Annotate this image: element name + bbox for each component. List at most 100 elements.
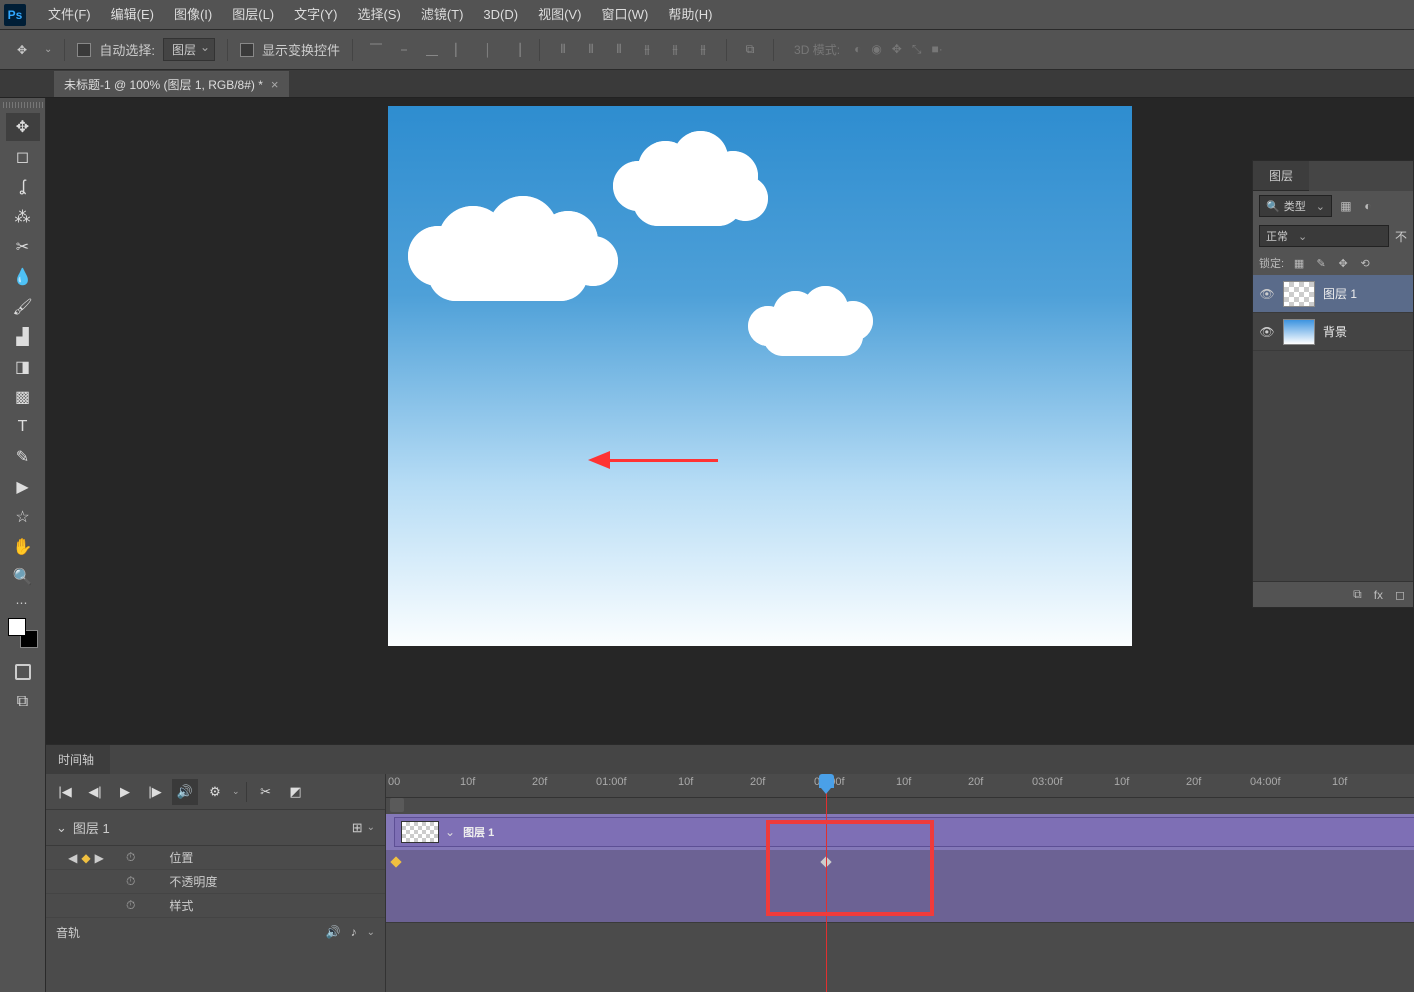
align-hcenter-icon[interactable]: │ xyxy=(477,39,499,61)
layer-row-1[interactable]: 👁 图层 1 xyxy=(1253,275,1413,313)
layer-mask-icon[interactable]: ◻ xyxy=(1395,588,1405,602)
layer-name[interactable]: 背景 xyxy=(1323,323,1407,340)
color-swatches[interactable] xyxy=(8,618,38,648)
layer-thumbnail[interactable] xyxy=(1283,281,1315,307)
menu-3d[interactable]: 3D(D) xyxy=(473,0,528,30)
lock-artboard-icon[interactable]: ⟲ xyxy=(1358,256,1372,270)
visibility-toggle-icon[interactable]: 👁 xyxy=(1259,287,1275,301)
play-button[interactable]: ▶ xyxy=(112,779,138,805)
menu-type[interactable]: 文字(Y) xyxy=(284,0,347,30)
timeline-ruler[interactable]: 00 10f 20f 01:00f 10f 20f 02:00f 10f 20f… xyxy=(386,774,1414,798)
timeline-tracks-area[interactable]: 00 10f 20f 01:00f 10f 20f 02:00f 10f 20f… xyxy=(386,774,1414,992)
add-keyframe-icon[interactable]: ◆ xyxy=(81,851,90,865)
eraser-tool[interactable]: ◨ xyxy=(6,353,40,381)
track-type-icon[interactable]: ⊞ xyxy=(352,820,363,836)
crop-tool[interactable]: ✂ xyxy=(6,233,40,261)
layer-name[interactable]: 图层 1 xyxy=(1323,285,1407,302)
lasso-tool[interactable]: ʆ xyxy=(6,173,40,201)
timeline-prop-opacity[interactable]: ⏱ 不透明度 xyxy=(46,870,385,894)
layer-row-background[interactable]: 👁 背景 xyxy=(1253,313,1413,351)
gradient-tool[interactable]: ▩ xyxy=(6,383,40,411)
transition-button[interactable]: ◩ xyxy=(283,779,309,805)
dist-right-icon[interactable]: ⫵ xyxy=(692,39,714,61)
toolbox-more[interactable]: ⋯ xyxy=(16,596,30,610)
3d-zoom-icon[interactable]: ■· xyxy=(931,42,942,57)
timeline-opacity-track[interactable] xyxy=(386,874,1414,898)
eyedropper-tool[interactable]: 💧 xyxy=(6,263,40,291)
align-vcenter-icon[interactable]: ⎯ xyxy=(393,39,415,61)
visibility-toggle-icon[interactable]: 👁 xyxy=(1259,325,1275,339)
menu-filter[interactable]: 滤镜(T) xyxy=(411,0,474,30)
layers-tab[interactable]: 图层 xyxy=(1253,161,1309,191)
align-top-icon[interactable]: ⎺ xyxy=(365,39,387,61)
chevron-down-icon[interactable]: ⌄ xyxy=(445,825,455,839)
dist-vcenter-icon[interactable]: ⫴ xyxy=(580,39,602,61)
move-tool[interactable]: ✥ xyxy=(6,113,40,141)
timeline-video-track[interactable]: ⌄ 图层 1 xyxy=(386,814,1414,850)
lock-transparent-icon[interactable]: ▦ xyxy=(1292,256,1306,270)
type-tool[interactable]: T xyxy=(6,413,40,441)
timeline-audio-track-header[interactable]: 音轨 🔊 ♪ ⌄ xyxy=(46,918,385,946)
3d-roll-icon[interactable]: ◉ xyxy=(871,42,881,57)
menu-select[interactable]: 选择(S) xyxy=(347,0,410,30)
align-bottom-icon[interactable]: ⎽ xyxy=(421,39,443,61)
menu-help[interactable]: 帮助(H) xyxy=(658,0,722,30)
dist-left-icon[interactable]: ⫵ xyxy=(636,39,658,61)
blend-mode-dropdown[interactable]: 正常 xyxy=(1259,225,1389,247)
zoom-tool[interactable]: 🔍 xyxy=(6,563,40,591)
menu-image[interactable]: 图像(I) xyxy=(164,0,222,30)
align-right-icon[interactable]: ▕ xyxy=(505,39,527,61)
brush-tool[interactable]: 🖌 xyxy=(6,293,40,321)
auto-align-icon[interactable]: ⧉ xyxy=(739,39,761,61)
menu-layer[interactable]: 图层(L) xyxy=(222,0,284,30)
document-canvas[interactable] xyxy=(388,106,1132,646)
dist-bottom-icon[interactable]: ⫴ xyxy=(608,39,630,61)
lock-position-icon[interactable]: ✥ xyxy=(1336,256,1350,270)
quick-mask-tool[interactable] xyxy=(6,658,40,686)
filter-pixel-icon[interactable]: ▦ xyxy=(1338,198,1354,214)
shape-tool[interactable]: ☆ xyxy=(6,503,40,531)
3d-slide-icon[interactable]: ⤡ xyxy=(912,42,922,57)
mute-audio-button[interactable]: 🔊 xyxy=(172,779,198,805)
move-tool-icon[interactable]: ✥ xyxy=(8,36,36,64)
timeline-prop-position[interactable]: ◀ ◆ ▶ ⏱ 位置 xyxy=(46,846,385,870)
auto-select-target-dropdown[interactable]: 图层 xyxy=(163,38,215,61)
show-transform-checkbox[interactable] xyxy=(240,43,254,57)
timeline-layer-header[interactable]: ⌄图层 1 ⊞⌄ xyxy=(46,810,385,846)
menu-file[interactable]: 文件(F) xyxy=(38,0,101,30)
menu-window[interactable]: 窗口(W) xyxy=(591,0,658,30)
layer-filter-kind-dropdown[interactable]: 🔍类型 xyxy=(1259,195,1332,217)
timeline-playhead[interactable] xyxy=(826,774,827,992)
next-frame-button[interactable]: |▶ xyxy=(142,779,168,805)
toolbox-grip[interactable] xyxy=(3,102,43,108)
go-to-first-frame-button[interactable]: |◀ xyxy=(52,779,78,805)
timeline-tab[interactable]: 时间轴 xyxy=(46,745,110,774)
prev-keyframe-icon[interactable]: ◀ xyxy=(68,851,77,865)
stopwatch-icon[interactable]: ⏱ xyxy=(126,898,135,913)
lock-image-icon[interactable]: ✎ xyxy=(1314,256,1328,270)
auto-select-checkbox[interactable] xyxy=(77,43,91,57)
close-tab-icon[interactable]: × xyxy=(271,77,279,92)
menu-edit[interactable]: 编辑(E) xyxy=(101,0,164,30)
chevron-down-icon[interactable]: ⌄ xyxy=(56,820,67,836)
next-keyframe-icon[interactable]: ▶ xyxy=(95,851,104,865)
work-area-start-handle[interactable] xyxy=(390,798,404,812)
stopwatch-icon[interactable]: ⏱ xyxy=(126,874,135,889)
timeline-settings-button[interactable]: ⚙ xyxy=(202,779,228,805)
dist-hcenter-icon[interactable]: ⫵ xyxy=(664,39,686,61)
playhead-handle[interactable] xyxy=(819,774,834,788)
path-select-tool[interactable]: ▶ xyxy=(6,473,40,501)
timeline-prop-style[interactable]: ⏱ 样式 xyxy=(46,894,385,918)
screen-mode-tool[interactable]: ⧉ xyxy=(6,688,40,716)
menu-view[interactable]: 视图(V) xyxy=(528,0,591,30)
stopwatch-icon[interactable]: ⏱ xyxy=(126,850,135,865)
timeline-style-track[interactable] xyxy=(386,898,1414,922)
filter-adjust-icon[interactable]: ◐ xyxy=(1360,198,1376,214)
clone-stamp-tool[interactable]: ▟ xyxy=(6,323,40,351)
document-tab[interactable]: 未标题-1 @ 100% (图层 1, RGB/8#) * × xyxy=(54,71,289,97)
previous-frame-button[interactable]: ◀| xyxy=(82,779,108,805)
pen-tool[interactable]: ✎ xyxy=(6,443,40,471)
link-layers-icon[interactable]: ⧉ xyxy=(1353,587,1362,602)
layer-fx-icon[interactable]: fx xyxy=(1374,588,1383,602)
layer-thumbnail[interactable] xyxy=(1283,319,1315,345)
